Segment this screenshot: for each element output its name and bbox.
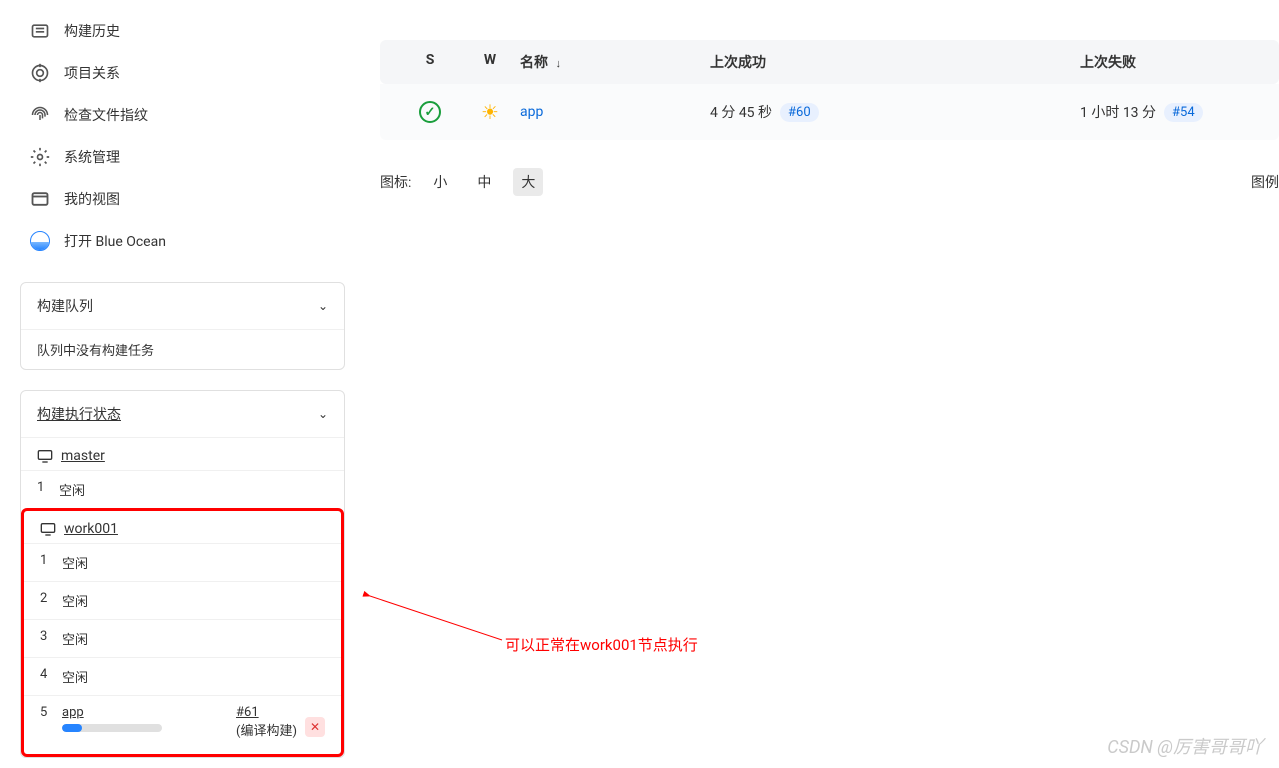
- node-name: work001: [64, 521, 118, 537]
- weather-sunny-icon: ☀: [481, 100, 499, 124]
- executor-status: 空闲: [62, 629, 88, 648]
- chevron-down-icon: ⌄: [318, 407, 328, 421]
- history-icon: [30, 21, 50, 41]
- executor-row: 1 空闲: [24, 543, 341, 581]
- job-name-cell: app: [520, 104, 710, 120]
- executor-status-header[interactable]: 构建执行状态 ⌄: [21, 391, 344, 437]
- cancel-build-button[interactable]: ✕: [305, 717, 325, 737]
- nav-build-history[interactable]: 构建历史: [20, 10, 345, 52]
- col-header-last-success[interactable]: 上次成功: [710, 52, 1080, 72]
- executor-row: 1 空闲: [21, 470, 344, 508]
- col-header-last-fail[interactable]: 上次失败: [1080, 52, 1259, 72]
- executor-status: 空闲: [62, 553, 88, 572]
- executor-status: 空闲: [59, 480, 85, 499]
- job-link[interactable]: app: [520, 104, 543, 120]
- nav-label: 项目关系: [64, 63, 120, 83]
- col-header-status[interactable]: S: [400, 52, 460, 72]
- nav-label: 打开 Blue Ocean: [64, 231, 166, 251]
- blue-ocean-icon: [30, 231, 50, 251]
- table-row: ✓ ☀ app 4 分 45 秒 #60 1 小时 13 分 #54: [380, 84, 1279, 140]
- executor-number: 5: [40, 705, 52, 720]
- nav-system-manage[interactable]: 系统管理: [20, 136, 345, 178]
- executor-row: 4 空闲: [24, 657, 341, 695]
- nav-label: 检查文件指纹: [64, 105, 148, 125]
- weather-cell: ☀: [460, 100, 520, 124]
- node-name: master: [61, 448, 105, 464]
- fingerprint-icon: [30, 105, 50, 125]
- panel-title: 构建执行状态: [37, 404, 121, 424]
- build-queue-header[interactable]: 构建队列 ⌄: [21, 283, 344, 329]
- col-header-name[interactable]: 名称 ↓: [520, 52, 710, 72]
- legend-link[interactable]: 图例: [1251, 172, 1279, 192]
- running-stage: (编译构建): [236, 720, 297, 739]
- executor-number: 1: [37, 480, 49, 495]
- gear-icon: [30, 147, 50, 167]
- chevron-down-icon: ⌄: [318, 299, 328, 313]
- computer-icon: [40, 521, 56, 537]
- build-badge[interactable]: #54: [1164, 103, 1203, 122]
- nav-my-views[interactable]: 我的视图: [20, 178, 345, 220]
- nav-label: 构建历史: [64, 21, 120, 41]
- sort-down-icon: ↓: [555, 57, 561, 70]
- col-header-weather[interactable]: W: [460, 52, 520, 72]
- nav-label: 系统管理: [64, 147, 120, 167]
- executor-status-panel: 构建执行状态 ⌄ master 1 空闲: [20, 390, 345, 758]
- computer-icon: [37, 448, 53, 464]
- annotation-text: 可以正常在work001节点执行: [505, 634, 698, 655]
- executor-number: 3: [40, 629, 52, 644]
- running-task: app #61 (编译构建) ✕: [62, 705, 325, 739]
- executor-row-running: 5 app #61: [24, 695, 341, 748]
- running-job-link[interactable]: app: [62, 705, 84, 720]
- executor-row: 3 空闲: [24, 619, 341, 657]
- build-badge[interactable]: #60: [780, 103, 819, 122]
- nav-check-fingerprint[interactable]: 检查文件指纹: [20, 94, 345, 136]
- last-success-cell: 4 分 45 秒 #60: [710, 102, 1080, 122]
- size-medium[interactable]: 中: [469, 168, 499, 196]
- window-icon: [30, 189, 50, 209]
- queue-empty-text: 队列中没有构建任务: [21, 329, 344, 369]
- executor-number: 4: [40, 667, 52, 682]
- executor-number: 2: [40, 591, 52, 606]
- node-master[interactable]: master: [21, 437, 344, 470]
- last-fail-cell: 1 小时 13 分 #54: [1080, 102, 1259, 122]
- last-success-time: 4 分 45 秒: [710, 102, 772, 122]
- build-queue-panel: 构建队列 ⌄ 队列中没有构建任务: [20, 282, 345, 370]
- watermark: CSDN @厉害哥哥吖: [1107, 733, 1263, 759]
- jobs-table-header: S W 名称 ↓ 上次成功 上次失败: [380, 40, 1279, 84]
- panel-title: 构建队列: [37, 296, 93, 316]
- nav-label: 我的视图: [64, 189, 120, 209]
- executor-number: 1: [40, 553, 52, 568]
- main-content: S W 名称 ↓ 上次成功 上次失败 ✓ ☀ app 4 分 45 秒 #60: [360, 0, 1279, 768]
- last-fail-time: 1 小时 13 分: [1080, 102, 1156, 122]
- status-cell: ✓: [400, 101, 460, 123]
- status-success-icon: ✓: [419, 101, 441, 123]
- progress-bar: [62, 724, 162, 732]
- running-build-link[interactable]: #61: [236, 705, 259, 720]
- sidebar: 构建历史 项目关系 检查文件指纹 系统管理 我的: [0, 0, 360, 768]
- size-small[interactable]: 小: [425, 168, 455, 196]
- nav-project-relations[interactable]: 项目关系: [20, 52, 345, 94]
- executor-status: 空闲: [62, 591, 88, 610]
- icon-size-label: 图标:: [380, 172, 411, 192]
- icon-size-selector: 图标: 小 中 大 图例: [380, 168, 1279, 196]
- nav-blue-ocean[interactable]: 打开 Blue Ocean: [20, 220, 345, 262]
- target-icon: [30, 63, 50, 83]
- node-work001[interactable]: work001: [24, 511, 341, 543]
- executor-status: 空闲: [62, 667, 88, 686]
- highlighted-node-section: work001 1 空闲 2 空闲 3 空闲 4 空闲: [21, 508, 344, 757]
- size-large[interactable]: 大: [513, 168, 543, 196]
- executor-row: 2 空闲: [24, 581, 341, 619]
